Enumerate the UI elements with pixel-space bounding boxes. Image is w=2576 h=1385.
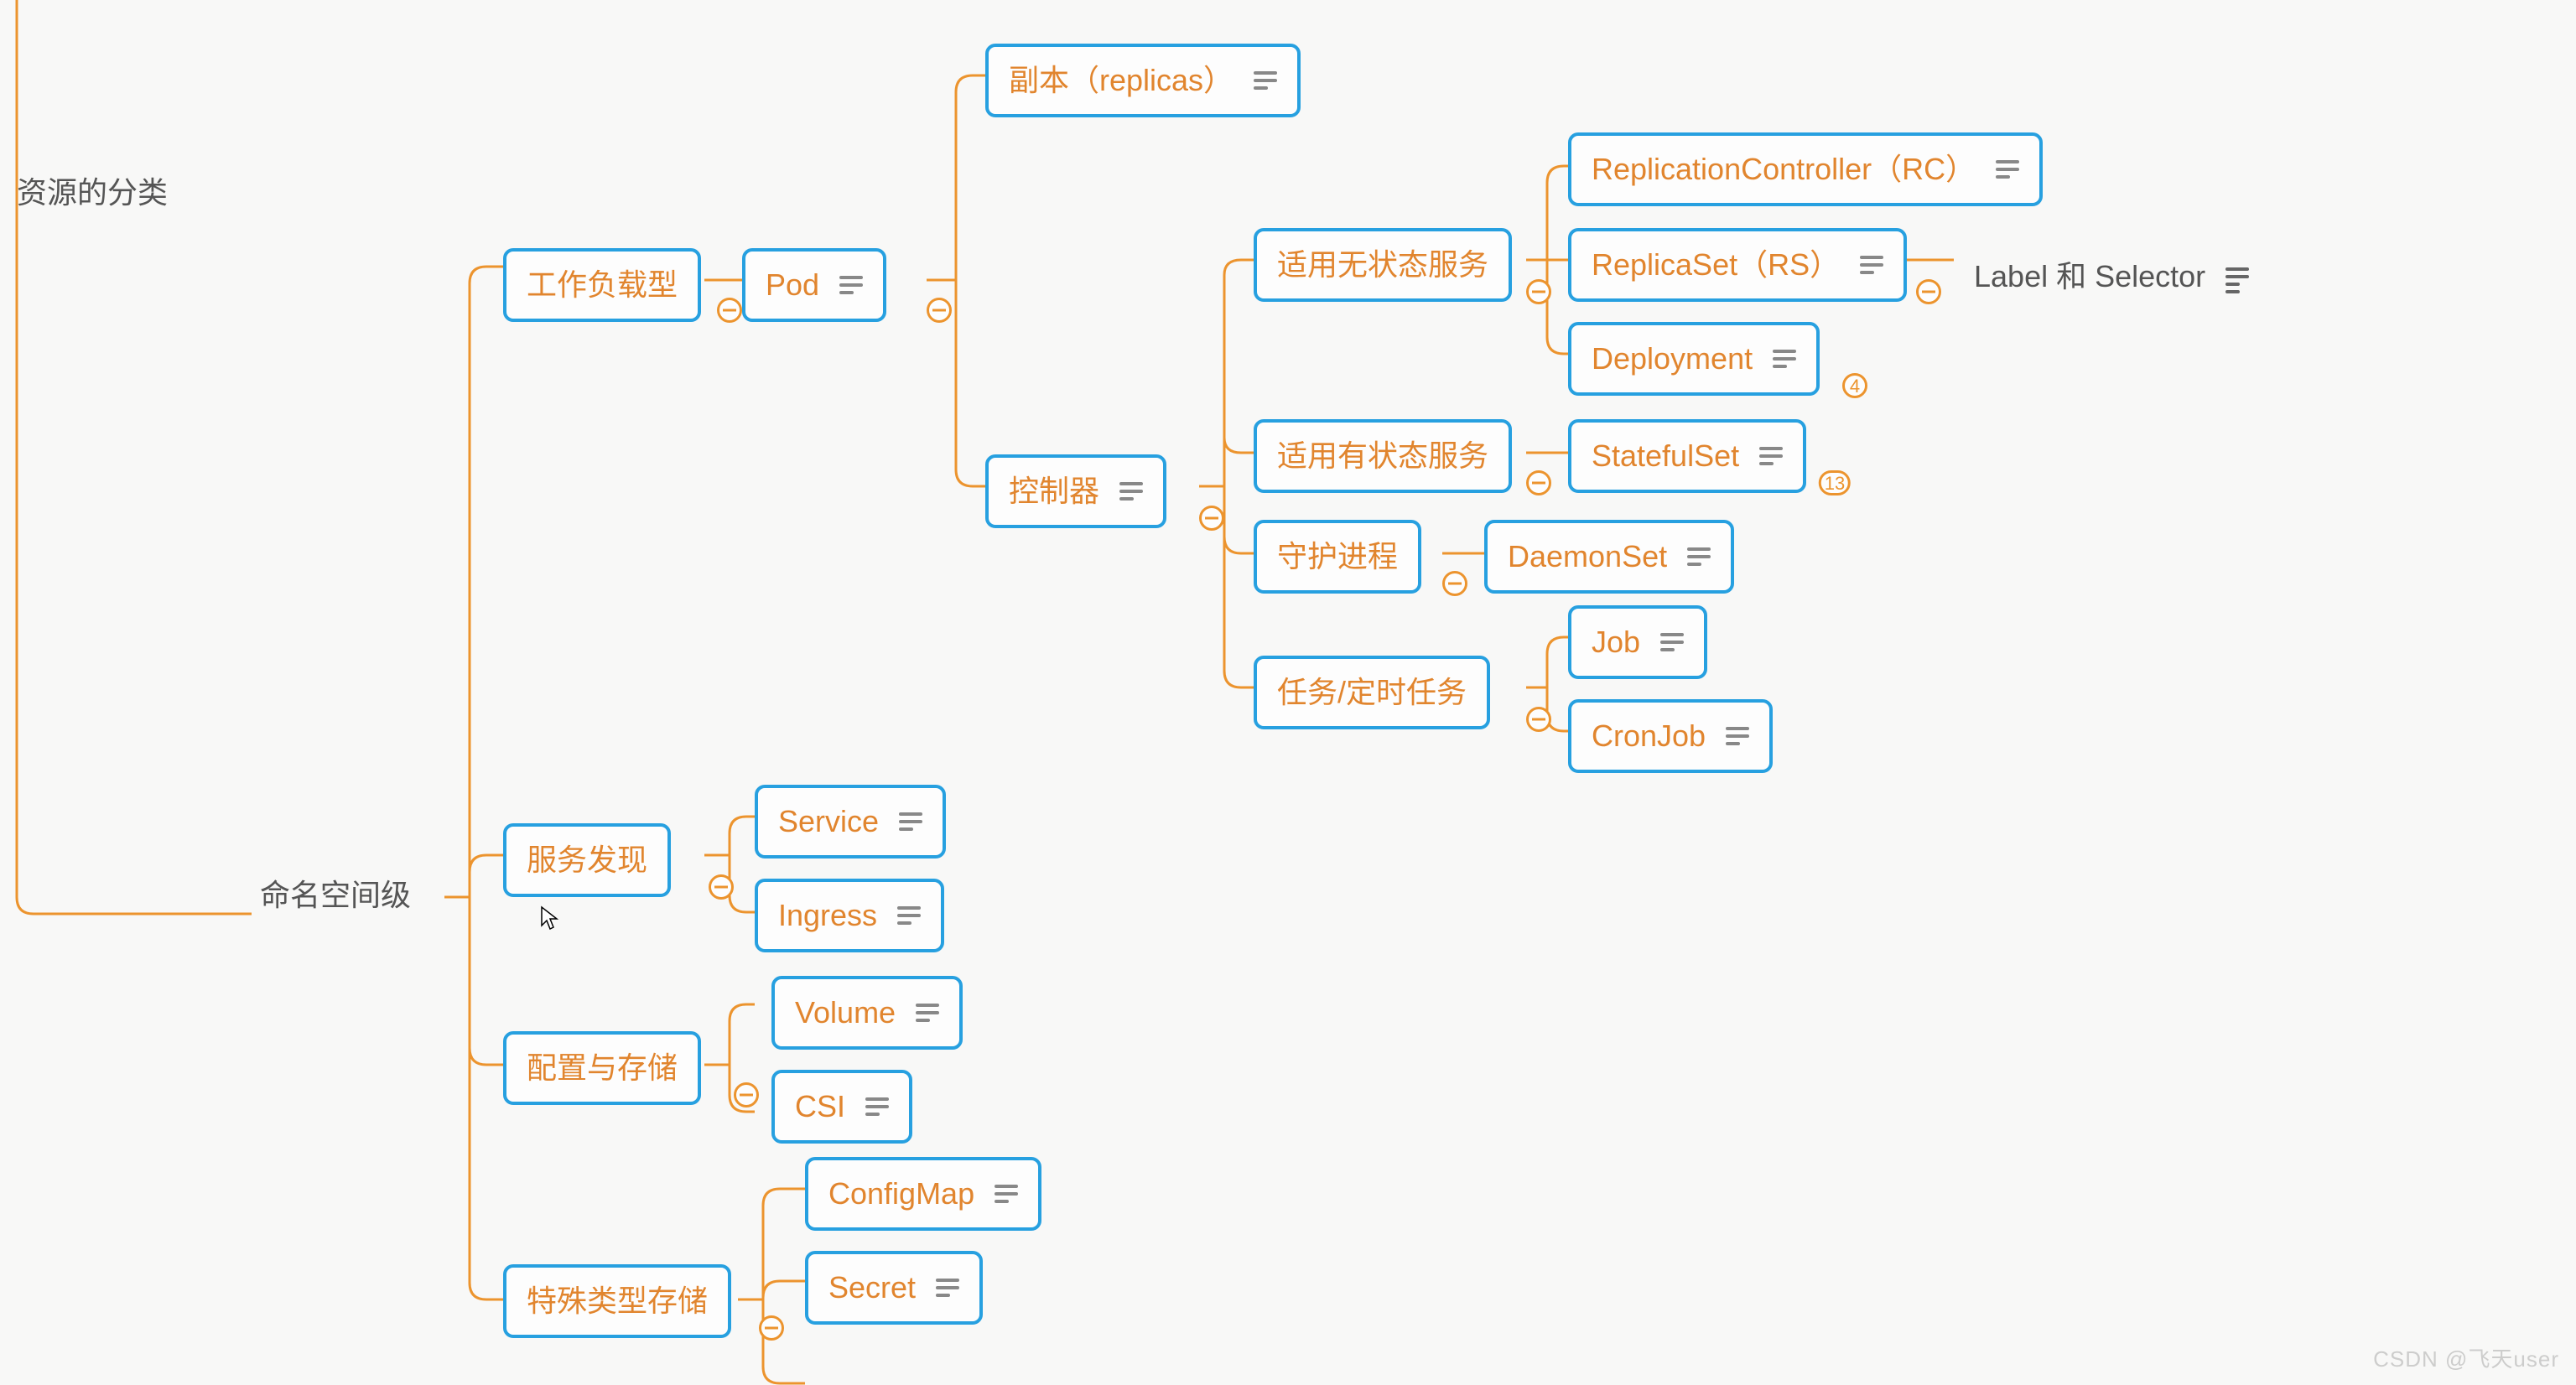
label: Service [778,805,879,838]
label: ReplicationController（RC） [1592,153,1976,186]
node-service-discovery[interactable]: 服务发现 [503,823,671,897]
label: 命名空间级 [260,879,411,912]
label: 适用有状态服务 [1277,439,1488,473]
label: Ingress [778,899,877,932]
node-rc[interactable]: ReplicationController（RC） [1568,132,2043,206]
collapse-toggle[interactable] [1442,571,1467,596]
node-ctrl-stateful[interactable]: 适用有状态服务 [1254,419,1512,493]
label: StatefulSet [1592,439,1739,473]
label: DaemonSet [1508,540,1667,573]
child-count-badge[interactable]: 4 [1842,373,1867,398]
notes-icon [2225,267,2249,286]
label: 任务/定时任务 [1277,676,1467,709]
label: ConfigMap [828,1177,974,1211]
node-controller[interactable]: 控制器 [985,454,1166,528]
node-ctrl-stateless[interactable]: 适用无状态服务 [1254,228,1512,302]
notes-icon [897,906,921,925]
node-ctrl-jobs[interactable]: 任务/定时任务 [1254,656,1490,729]
node-statefulset[interactable]: StatefulSet [1568,419,1806,493]
label: 副本（replicas） [1009,64,1233,97]
node-configmap[interactable]: ConfigMap [805,1157,1041,1231]
label: 资源的分类 [17,176,168,210]
label: 守护进程 [1277,540,1398,573]
notes-icon [936,1279,959,1297]
collapse-toggle[interactable] [1526,707,1551,732]
node-replicas[interactable]: 副本（replicas） [985,44,1301,117]
label: Volume [795,996,896,1030]
node-workload[interactable]: 工作负载型 [503,248,701,322]
label: Pod [766,268,819,302]
notes-icon [916,1004,939,1022]
notes-icon [1726,727,1749,745]
collapse-toggle[interactable] [709,874,734,900]
notes-icon [899,812,922,831]
node-deployment[interactable]: Deployment [1568,322,1820,396]
node-service[interactable]: Service [755,785,946,858]
notes-icon [1660,633,1684,651]
node-storage[interactable]: 配置与存储 [503,1031,701,1105]
node-special-storage[interactable]: 特殊类型存储 [503,1264,731,1338]
label: CSI [795,1090,845,1123]
node-ctrl-daemon[interactable]: 守护进程 [1254,520,1421,594]
label: 服务发现 [527,843,647,877]
notes-icon [1860,256,1883,274]
collapse-toggle[interactable] [1199,506,1224,531]
notes-icon [1996,160,2019,179]
collapse-toggle[interactable] [717,298,742,323]
label: Secret [828,1271,916,1305]
notes-icon [865,1097,889,1116]
node-label-selector[interactable]: Label 和 Selector [1954,243,2269,310]
collapse-toggle[interactable] [759,1315,784,1341]
node-ingress[interactable]: Ingress [755,879,944,952]
notes-icon [995,1185,1018,1203]
label: 工作负载型 [527,268,678,302]
notes-icon [1773,350,1796,368]
label: 控制器 [1009,475,1099,508]
node-daemonset[interactable]: DaemonSet [1484,520,1734,594]
notes-icon [1687,547,1711,566]
label: CronJob [1592,719,1706,753]
node-rs[interactable]: ReplicaSet（RS） [1568,228,1907,302]
label: 适用无状态服务 [1277,248,1488,282]
child-count-badge[interactable]: 13 [1819,470,1851,495]
label: 配置与存储 [527,1051,678,1085]
notes-icon [1119,482,1143,501]
notes-icon [839,276,863,294]
node-job[interactable]: Job [1568,605,1707,679]
collapse-toggle[interactable] [1916,279,1941,304]
csdn-watermark: CSDN @飞天user [2373,1342,2559,1373]
root-resource-classification[interactable]: 资源的分类 [17,176,168,210]
label: ReplicaSet（RS） [1592,248,1840,282]
collapse-toggle[interactable] [734,1082,759,1107]
mouse-cursor-icon [540,905,560,932]
node-pod[interactable]: Pod [742,248,886,322]
node-volume[interactable]: Volume [771,976,963,1050]
level-namespace[interactable]: 命名空间级 [260,879,411,912]
node-csi[interactable]: CSI [771,1070,912,1144]
collapse-toggle[interactable] [1526,279,1551,304]
notes-icon [1254,71,1277,90]
collapse-toggle[interactable] [927,298,952,323]
notes-icon [1759,447,1783,465]
mindmap-canvas[interactable]: 资源的分类 命名空间级 工作负载型 Pod 副本（replicas） 控制器 适… [0,0,2576,1385]
label: Deployment [1592,342,1753,376]
label: Job [1592,625,1640,659]
node-cronjob[interactable]: CronJob [1568,699,1773,773]
label: Label 和 Selector [1974,260,2205,293]
node-secret[interactable]: Secret [805,1251,983,1325]
collapse-toggle[interactable] [1526,470,1551,495]
label: 特殊类型存储 [527,1284,708,1318]
